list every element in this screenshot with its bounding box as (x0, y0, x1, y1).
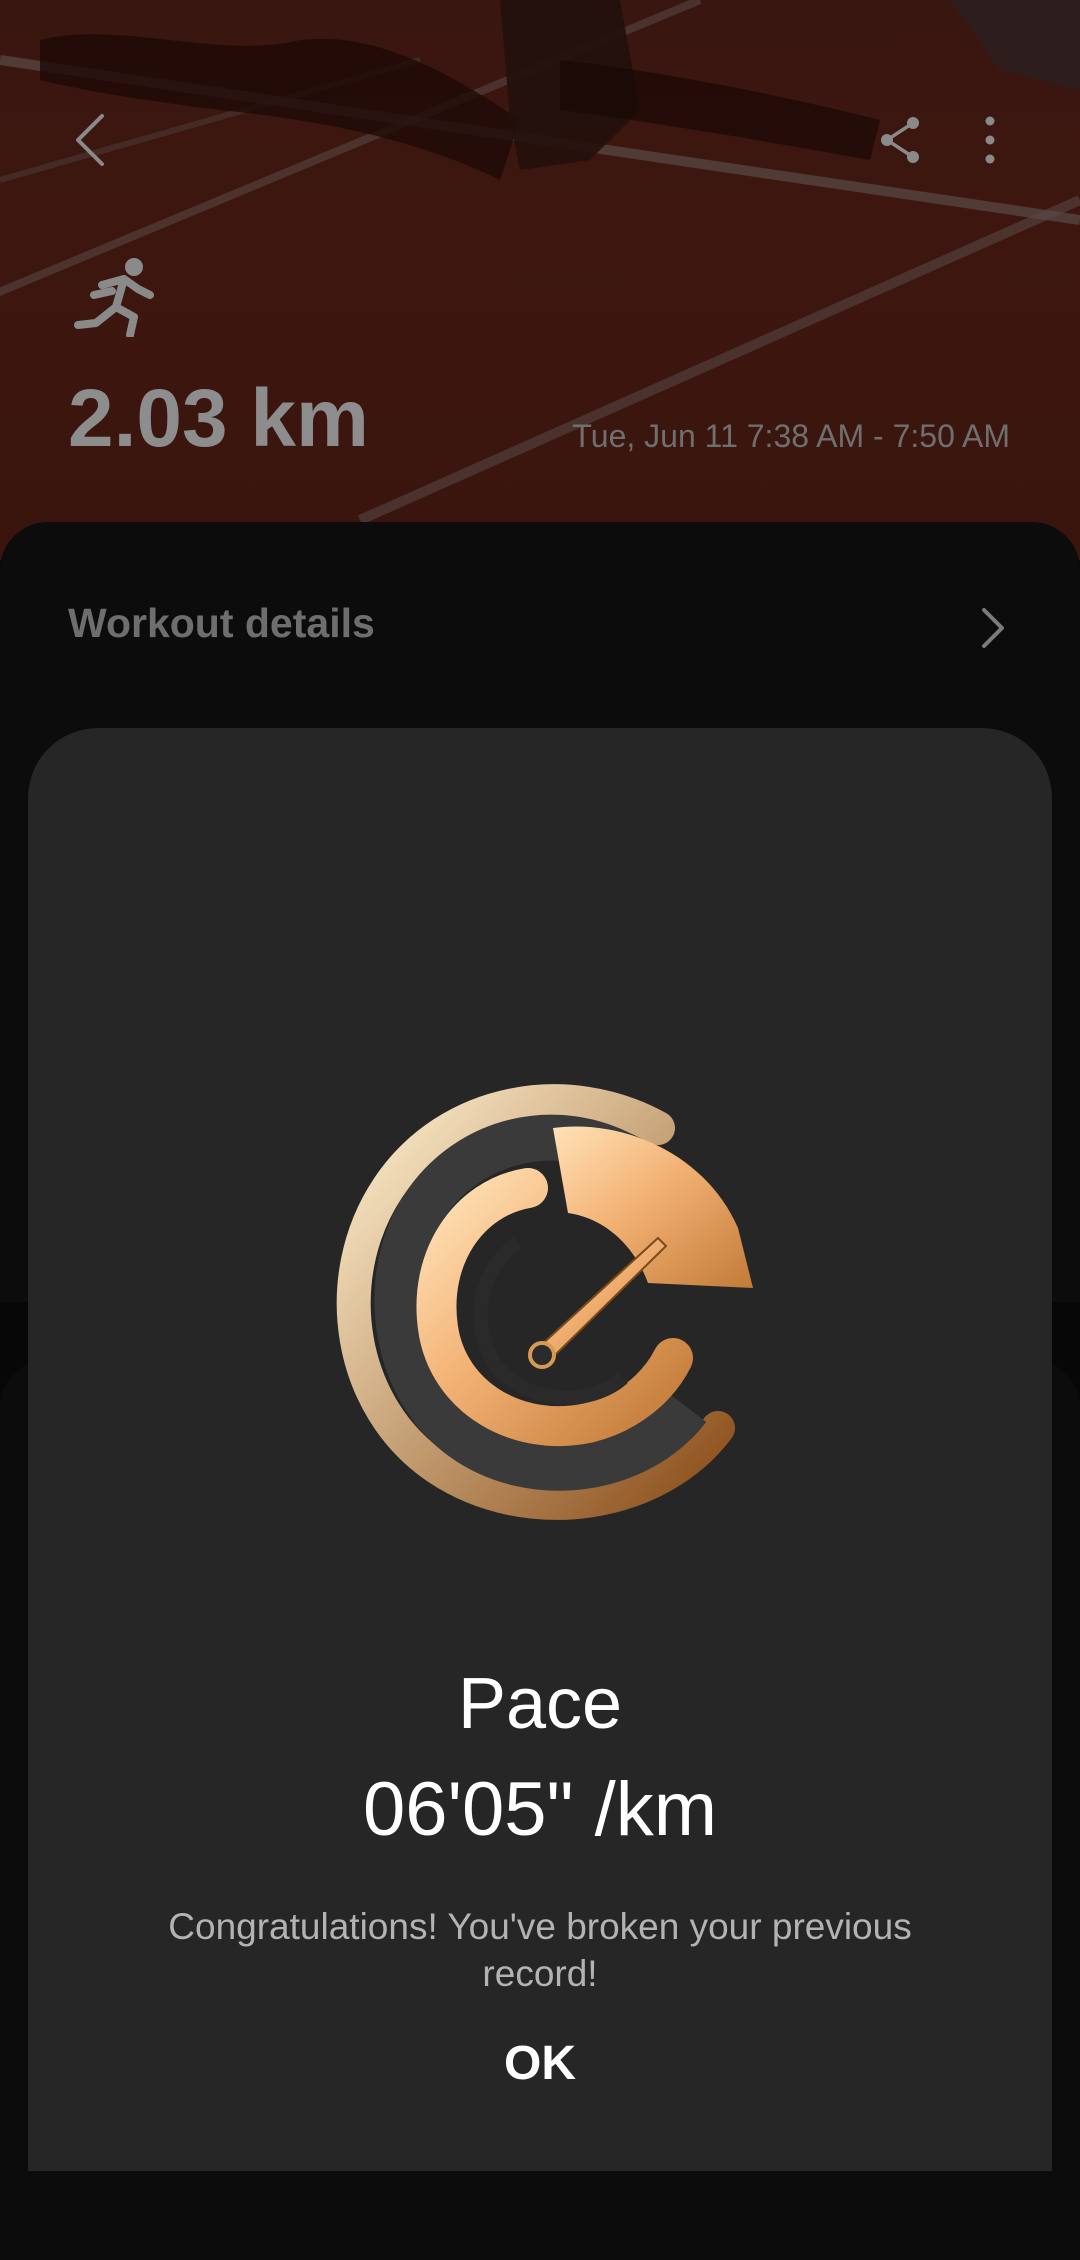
speedometer-medal-icon (336, 1084, 753, 1520)
workout-details-label: Workout details (68, 600, 375, 646)
more-options-button[interactable] (960, 110, 1020, 170)
share-button[interactable] (870, 110, 930, 170)
chevron-right-icon (982, 608, 1004, 648)
workout-details-row[interactable]: Workout details (68, 600, 1012, 660)
chevron-left-icon (76, 114, 104, 166)
record-message: Congratulations! You've broken your prev… (168, 1906, 912, 1994)
date-range: Tue, Jun 11 7:38 AM - 7:50 AM (572, 418, 1010, 454)
back-button[interactable] (60, 110, 120, 170)
running-icon (74, 258, 154, 337)
record-title: Pace (457, 1664, 623, 1744)
more-vertical-icon (985, 116, 995, 164)
share-icon (881, 117, 919, 163)
record-dialog: Pace 06'05" /km Congratulations! You've … (28, 728, 1052, 2171)
record-value: 06'05" /km (362, 1767, 718, 1852)
ok-button[interactable]: OK (440, 2028, 640, 2098)
distance-value: 2.03 km (68, 373, 369, 464)
